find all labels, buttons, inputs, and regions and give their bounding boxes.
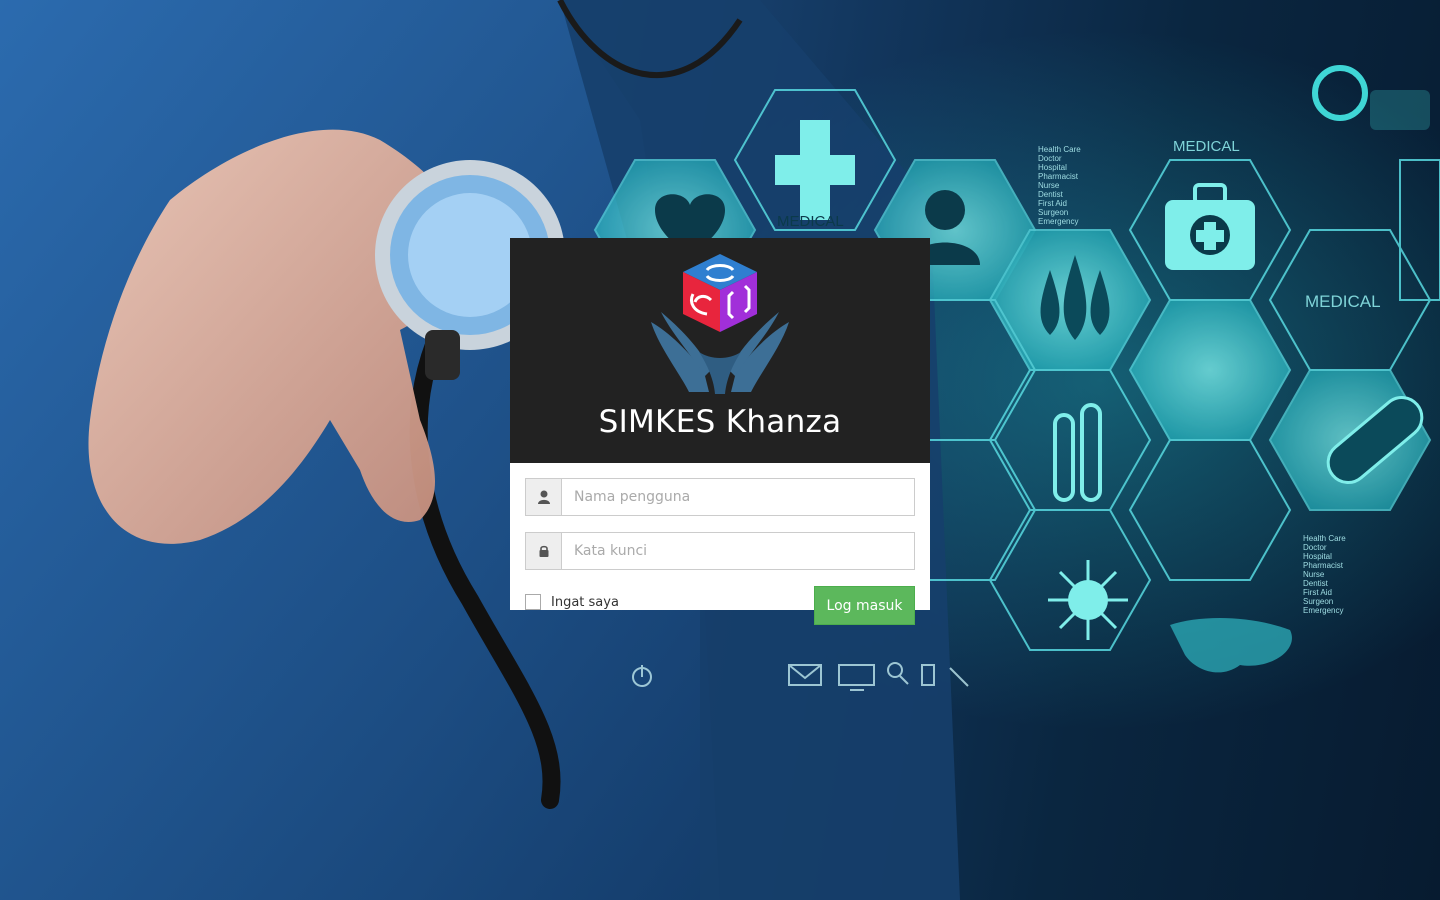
lock-icon (526, 533, 562, 569)
svg-text:Nurse: Nurse (1303, 570, 1325, 579)
khanza-logo (651, 254, 789, 394)
remember-me[interactable]: Ingat saya (525, 594, 619, 610)
svg-text:Pharmacist: Pharmacist (1038, 172, 1079, 181)
svg-text:First Aid: First Aid (1303, 588, 1332, 597)
svg-text:Hospital: Hospital (1303, 552, 1332, 561)
app-title: SIMKES Khanza (598, 404, 842, 440)
form-actions: Ingat saya Log masuk (525, 586, 915, 625)
bg-list-1: Health CareDoctorHospital PharmacistNurs… (1038, 145, 1081, 226)
svg-text:Surgeon: Surgeon (1038, 208, 1068, 217)
login-form: Ingat saya Log masuk (510, 463, 930, 625)
remember-label: Ingat saya (551, 594, 619, 610)
svg-text:Surgeon: Surgeon (1303, 597, 1333, 606)
password-group (525, 532, 915, 570)
svg-text:Dentist: Dentist (1303, 579, 1329, 588)
username-input[interactable] (562, 479, 914, 515)
bg-list-2: Health CareDoctorHospital PharmacistNurs… (1303, 534, 1346, 615)
bg-label-medical-2: MEDICAL (1173, 138, 1240, 155)
svg-text:Emergency: Emergency (1303, 606, 1343, 615)
svg-text:Doctor: Doctor (1303, 543, 1327, 552)
svg-text:First Aid: First Aid (1038, 199, 1067, 208)
svg-text:Pharmacist: Pharmacist (1303, 561, 1344, 570)
svg-text:Health Care: Health Care (1303, 534, 1346, 543)
svg-text:Health Care: Health Care (1038, 145, 1081, 154)
bg-label-medical-1: MEDICAL (777, 213, 844, 230)
login-header: SIMKES Khanza (510, 238, 930, 463)
login-button[interactable]: Log masuk (814, 586, 915, 625)
svg-text:Doctor: Doctor (1038, 154, 1062, 163)
username-group (525, 478, 915, 516)
svg-text:Hospital: Hospital (1038, 163, 1067, 172)
bg-label-medical-3: MEDICAL (1305, 292, 1381, 311)
remember-checkbox[interactable] (525, 594, 541, 610)
svg-text:Emergency: Emergency (1038, 217, 1078, 226)
user-icon (526, 479, 562, 515)
svg-text:Dentist: Dentist (1038, 190, 1064, 199)
login-box: SIMKES Khanza Ingat (510, 238, 930, 625)
svg-text:Nurse: Nurse (1038, 181, 1060, 190)
password-input[interactable] (562, 533, 914, 569)
